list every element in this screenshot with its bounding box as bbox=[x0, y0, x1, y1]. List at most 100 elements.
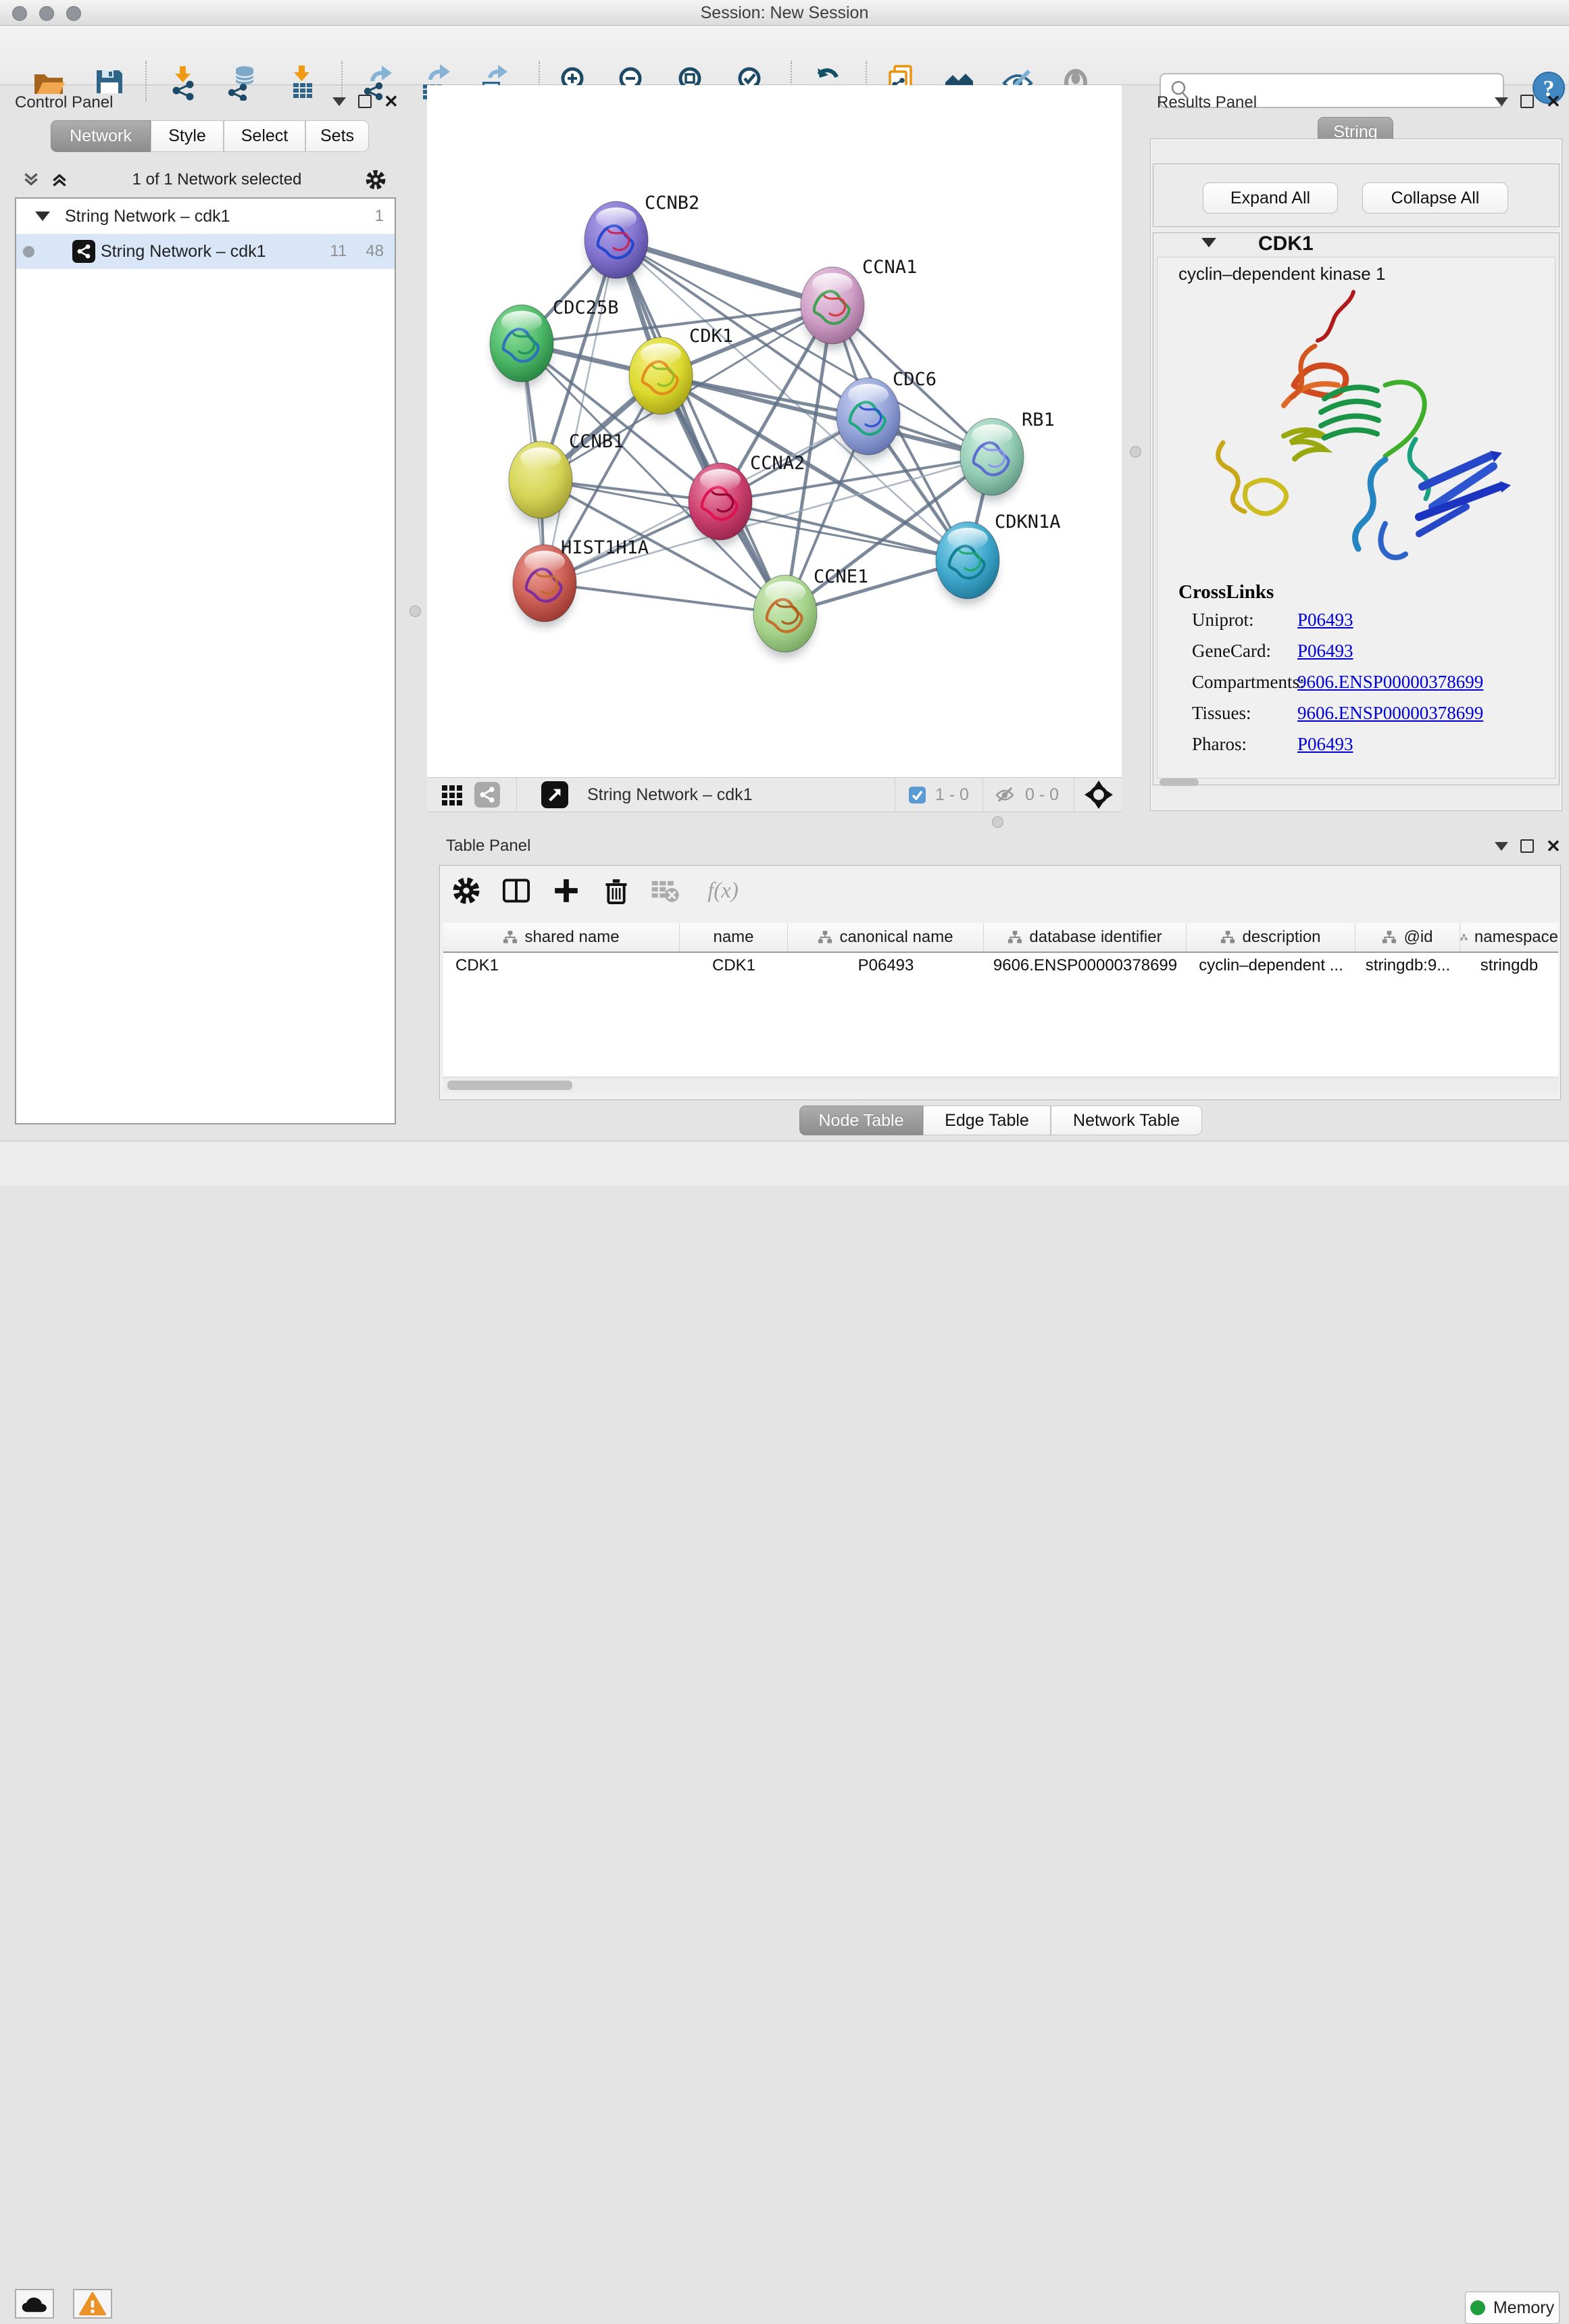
panel-menu-icon[interactable] bbox=[1495, 97, 1508, 106]
node-label-RB1: RB1 bbox=[1022, 410, 1055, 430]
column-header-shared-name[interactable]: shared name bbox=[443, 923, 680, 951]
panel-close-icon[interactable]: ✕ bbox=[384, 96, 399, 107]
network-node-count: 11 bbox=[330, 242, 347, 261]
expand-all-button[interactable]: Expand All bbox=[1203, 182, 1338, 214]
crosslinks-title: CrossLinks bbox=[1178, 581, 1274, 603]
collection-expand-icon[interactable] bbox=[35, 212, 50, 221]
create-column-button[interactable] bbox=[551, 876, 581, 906]
entry-collapse-icon[interactable] bbox=[1201, 238, 1216, 247]
panel-close-icon[interactable]: ✕ bbox=[1546, 96, 1561, 107]
horizontal-splitter-handle[interactable] bbox=[992, 816, 1003, 828]
crosslink-value[interactable]: 9606.ENSP00000378699 bbox=[1297, 703, 1483, 724]
tab-sets[interactable]: Sets bbox=[305, 120, 369, 152]
cell-shared-name: CDK1 bbox=[443, 953, 680, 979]
collapse-all-icon[interactable] bbox=[22, 170, 41, 189]
network-name: String Network – cdk1 bbox=[101, 242, 266, 262]
network-edge-CCNB2-CCNA1[interactable] bbox=[616, 240, 832, 305]
show-column-button[interactable] bbox=[501, 876, 531, 906]
network-edge-CCNE1-HIST1H1A[interactable] bbox=[545, 583, 785, 614]
table-panel-title: Table Panel bbox=[446, 837, 530, 856]
results-hscrollbar-thumb[interactable] bbox=[1160, 778, 1199, 786]
node-label-CDKN1A: CDKN1A bbox=[995, 512, 1061, 533]
memory-button[interactable]: Memory bbox=[1465, 2292, 1560, 2324]
import-database-icon bbox=[223, 63, 261, 101]
network-collection-row[interactable]: String Network – cdk1 1 bbox=[16, 199, 395, 234]
crosslink-value[interactable]: P06493 bbox=[1297, 610, 1353, 631]
network-row-selected[interactable]: String Network – cdk1 11 48 bbox=[16, 234, 395, 269]
column-header-description[interactable]: description bbox=[1187, 923, 1355, 951]
toolbar-separator bbox=[145, 61, 147, 101]
crosslink-value[interactable]: P06493 bbox=[1297, 641, 1353, 662]
separator bbox=[516, 777, 517, 812]
node-gloss bbox=[972, 424, 1012, 446]
panel-float-icon[interactable] bbox=[358, 95, 372, 108]
column-header-database-identifier[interactable]: database identifier bbox=[984, 923, 1187, 951]
table-tabs: Node Table Edge Table Network Table bbox=[799, 1106, 1202, 1135]
table-settings-button[interactable] bbox=[451, 876, 481, 906]
tab-node-table[interactable]: Node Table bbox=[799, 1106, 923, 1135]
crosslink-value[interactable]: 9606.ENSP00000378699 bbox=[1297, 672, 1483, 693]
tab-network-table[interactable]: Network Table bbox=[1051, 1106, 1202, 1135]
node-label-CCNB1: CCNB1 bbox=[569, 431, 624, 452]
column-header-canonical-name[interactable]: canonical name bbox=[788, 923, 984, 951]
birdseye-toggle-icon[interactable] bbox=[541, 781, 568, 808]
network-canvas[interactable]: CCNB2CCNA1CDC25BCDK1CDC6RB1CCNB1CCNA2CDK… bbox=[427, 85, 1122, 777]
network-view-toolbar: String Network – cdk1 1 - 0 0 - 0 bbox=[427, 777, 1122, 812]
table-hscrollbar[interactable] bbox=[443, 1077, 1558, 1093]
cloud-status-button[interactable] bbox=[15, 2289, 54, 2319]
share-view-icon[interactable] bbox=[474, 782, 500, 808]
selected-count: 1 - 0 bbox=[935, 785, 969, 805]
expand-all-icon[interactable] bbox=[50, 170, 69, 189]
delete-column-button[interactable] bbox=[601, 876, 631, 906]
columns-icon bbox=[501, 876, 531, 906]
crosslink-value[interactable]: P06493 bbox=[1297, 734, 1353, 755]
tab-select[interactable]: Select bbox=[224, 120, 305, 152]
panel-float-icon[interactable] bbox=[1520, 95, 1534, 108]
function-builder-button-disabled[interactable]: f(x) bbox=[696, 876, 750, 906]
import-table-file-button[interactable] bbox=[284, 63, 322, 101]
memory-status-dot bbox=[1470, 2300, 1485, 2315]
hidden-eye-icon[interactable] bbox=[993, 785, 1017, 805]
column-header-id[interactable]: @id bbox=[1355, 923, 1460, 951]
network-list: String Network – cdk1 1 String Network –… bbox=[15, 197, 396, 1124]
import-network-database-button[interactable] bbox=[223, 63, 261, 101]
status-bar: Memory bbox=[0, 1141, 1569, 1186]
selected-checkbox[interactable] bbox=[909, 787, 926, 803]
column-header-namespace[interactable]: namespace bbox=[1460, 923, 1558, 951]
vertical-splitter-handle[interactable] bbox=[409, 605, 421, 617]
node-gloss bbox=[765, 581, 805, 603]
cloud-icon bbox=[20, 2292, 49, 2316]
gear-icon[interactable] bbox=[365, 169, 387, 191]
column-tree-icon bbox=[503, 930, 518, 945]
tab-network[interactable]: Network bbox=[51, 120, 151, 152]
delete-table-button-disabled[interactable] bbox=[650, 876, 680, 906]
collapse-all-button[interactable]: Collapse All bbox=[1362, 182, 1508, 214]
node-label-CDC25B: CDC25B bbox=[553, 297, 619, 318]
crosslink-label: Compartments: bbox=[1192, 672, 1304, 693]
panel-close-icon[interactable]: ✕ bbox=[1546, 841, 1561, 851]
warnings-button[interactable] bbox=[73, 2289, 112, 2319]
table-hscrollbar-thumb[interactable] bbox=[447, 1081, 572, 1090]
panel-menu-icon[interactable] bbox=[332, 97, 346, 106]
node-gloss bbox=[812, 273, 853, 295]
node-table: shared name name canonical name database… bbox=[443, 923, 1558, 1076]
import-table-icon bbox=[284, 63, 322, 101]
panel-float-icon[interactable] bbox=[1520, 839, 1534, 853]
grid-view-icon[interactable] bbox=[441, 783, 465, 807]
tab-edge-table[interactable]: Edge Table bbox=[923, 1106, 1051, 1135]
import-network-icon bbox=[165, 63, 203, 101]
import-network-file-button[interactable] bbox=[165, 63, 203, 101]
fit-selected-crosshair-icon[interactable] bbox=[1084, 780, 1114, 810]
column-header-name[interactable]: name bbox=[680, 923, 788, 951]
node-gloss bbox=[947, 528, 988, 549]
crosslink-label: Tissues: bbox=[1192, 703, 1251, 724]
network-view-title: String Network – cdk1 bbox=[587, 785, 753, 805]
tab-style[interactable]: Style bbox=[151, 120, 224, 152]
panel-menu-icon[interactable] bbox=[1495, 842, 1508, 851]
table-row[interactable]: CDK1 CDK1 P06493 9606.ENSP00000378699 cy… bbox=[443, 953, 1558, 979]
main-toolbar: ? bbox=[0, 26, 1569, 85]
vertical-splitter-handle[interactable] bbox=[1130, 446, 1141, 458]
column-tree-icon bbox=[1460, 930, 1468, 945]
window-title: Session: New Session bbox=[0, 3, 1569, 23]
control-panel-window-controls: ✕ bbox=[332, 95, 399, 108]
